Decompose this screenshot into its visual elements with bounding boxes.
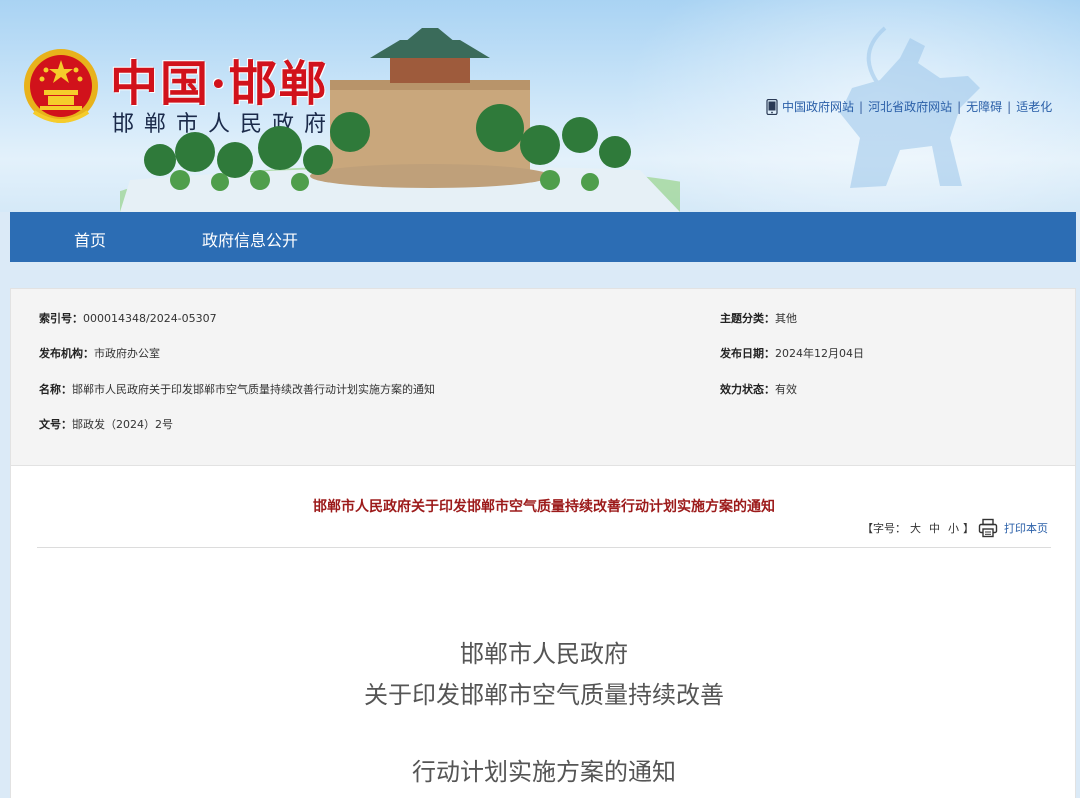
font-size-small-button[interactable]: 小: [948, 520, 959, 536]
info-date: 发布日期：2024年12月04日: [720, 345, 864, 361]
nav-item-home[interactable]: 首页: [74, 227, 106, 251]
font-size-label: 【字号：: [862, 522, 906, 535]
info-date-key: 发布日期：: [720, 347, 775, 360]
mobile-phone-icon[interactable]: [766, 98, 778, 115]
info-name-value: 邯郸市人民政府关于印发邯郸市空气质量持续改善行动计划实施方案的通知: [72, 383, 435, 396]
info-name-key: 名称：: [39, 383, 72, 396]
info-index-key: 索引号：: [39, 312, 83, 325]
info-topic-value: 其他: [775, 312, 797, 325]
nav-item-gov-info[interactable]: 政府信息公开: [202, 227, 298, 251]
info-status: 效力状态：有效: [720, 381, 797, 397]
top-links: 中国政府网站 | 河北省政府网站 | 无障碍 | 适老化: [766, 98, 1052, 115]
link-accessibility[interactable]: 无障碍: [966, 98, 1002, 115]
article-body: 邯郸市人民政府关于印发邯郸市空气质量持续改善行动计划实施方案的通知 【字号： 大…: [10, 466, 1076, 798]
info-topic: 主题分类：其他: [720, 310, 797, 326]
banner-scene-image: [120, 28, 680, 212]
title-divider: [37, 547, 1051, 548]
info-index-value: 000014348/2024-05307: [83, 312, 217, 325]
article-title: 邯郸市人民政府关于印发邯郸市空气质量持续改善行动计划实施方案的通知: [313, 499, 775, 515]
info-docno: 文号：邯政发（2024）2号: [39, 416, 173, 432]
info-date-value: 2024年12月04日: [775, 347, 864, 360]
font-size-close: 】: [963, 522, 974, 535]
link-gov-cn[interactable]: 中国政府网站: [782, 98, 854, 115]
site-banner: 中国·邯郸 邯郸市人民政府 中国政府网站 | 河北省政府网站 | 无障碍 | 适…: [0, 0, 1080, 212]
doc-heading-line-3: 行动计划实施方案的通知: [412, 758, 676, 786]
link-elderly-mode[interactable]: 适老化: [1016, 98, 1052, 115]
document-info-panel: 索引号：000014348/2024-05307 发布机构：市政府办公室 名称：…: [10, 288, 1076, 466]
info-status-value: 有效: [775, 383, 797, 396]
article-tools: 【字号： 大 中 小 】 打印本页: [862, 518, 1048, 538]
info-org: 发布机构：市政府办公室: [39, 345, 160, 361]
info-topic-key: 主题分类：: [720, 312, 775, 325]
link-separator: |: [1007, 99, 1012, 114]
print-page-link[interactable]: 打印本页: [1004, 520, 1048, 536]
doc-heading-line-2: 关于印发邯郸市空气质量持续改善: [364, 681, 724, 709]
info-name: 名称：邯郸市人民政府关于印发邯郸市空气质量持续改善行动计划实施方案的通知: [39, 381, 435, 397]
info-org-key: 发布机构：: [39, 347, 94, 360]
doc-heading-line-1: 邯郸市人民政府: [460, 640, 628, 668]
info-docno-value: 邯政发（2024）2号: [72, 418, 173, 431]
info-index: 索引号：000014348/2024-05307: [39, 310, 217, 326]
link-separator: |: [957, 99, 962, 114]
info-docno-key: 文号：: [39, 418, 72, 431]
main-nav: 首页 政府信息公开: [10, 212, 1076, 262]
font-size-large-button[interactable]: 大: [910, 520, 921, 536]
link-hebei-gov[interactable]: 河北省政府网站: [868, 98, 952, 115]
national-emblem-icon: [24, 49, 98, 123]
link-separator: |: [859, 99, 864, 114]
font-size-medium-button[interactable]: 中: [929, 520, 940, 536]
printer-icon[interactable]: [978, 518, 998, 538]
info-org-value: 市政府办公室: [94, 347, 160, 360]
info-status-key: 效力状态：: [720, 383, 775, 396]
